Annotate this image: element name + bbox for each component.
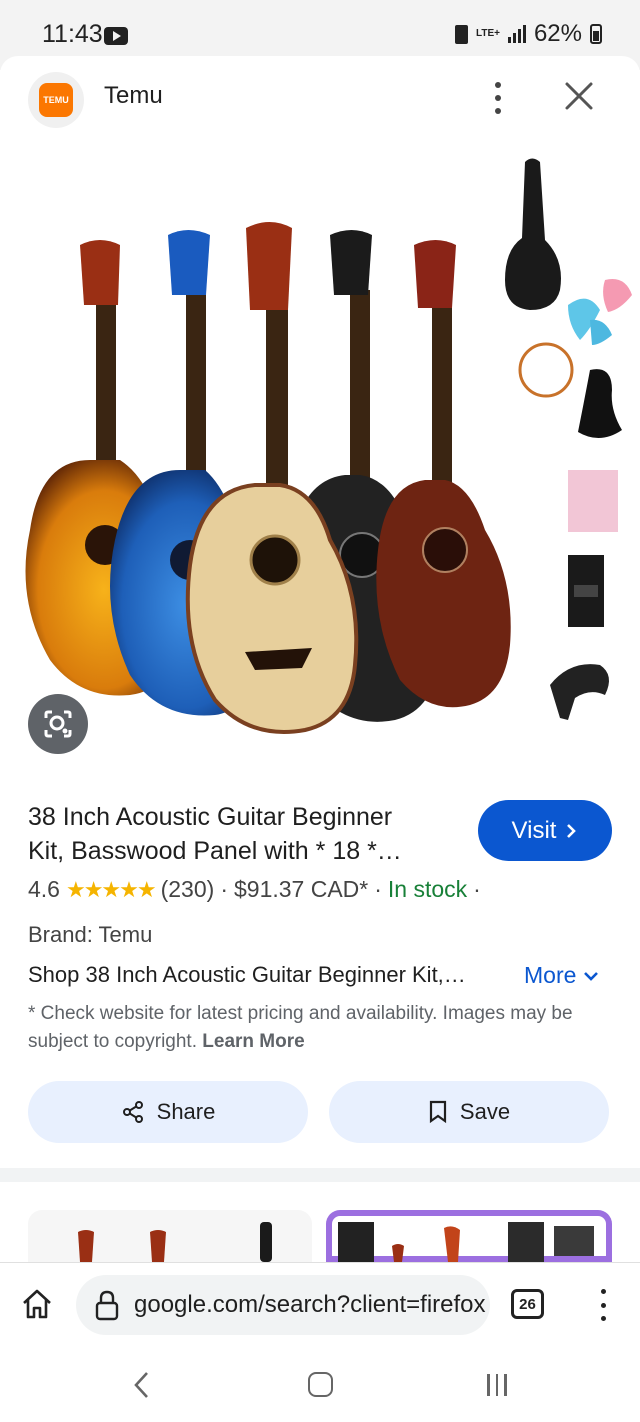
battery-percent: 62%	[533, 20, 582, 47]
sim-icon	[454, 24, 468, 44]
related-result-thumbnail[interactable]	[326, 1210, 612, 1262]
disclaimer: * Check website for latest pricing and a…	[28, 1000, 618, 1056]
product-title-line-2: Kit, Basswood Panel with * 18 *…	[28, 837, 402, 865]
learn-more-link[interactable]: Learn More	[202, 1031, 304, 1052]
home-nav-button[interactable]	[308, 1372, 333, 1397]
chevron-down-icon	[584, 971, 599, 981]
related-kit-image	[332, 1216, 606, 1262]
lock-icon	[95, 1290, 119, 1321]
recents-button[interactable]	[487, 1374, 507, 1396]
lens-search-button[interactable]	[28, 694, 88, 754]
accessory-gig-bag	[505, 158, 561, 310]
accessory-picks	[568, 279, 632, 345]
url-text: google.com/search?client=firefox	[134, 1291, 486, 1318]
guitar-set-illustration	[25, 158, 632, 734]
share-button[interactable]: Share	[28, 1081, 308, 1143]
more-label: More	[524, 962, 577, 988]
back-icon[interactable]	[132, 1370, 152, 1400]
separator-dot: ·	[473, 876, 481, 902]
site-name: Temu	[104, 82, 163, 109]
guitar-natural	[185, 222, 359, 734]
related-result-thumbnail[interactable]	[28, 1210, 312, 1262]
star-rating-icon: ★★★★★	[65, 876, 157, 902]
status-indicators: LTE+ 62%	[454, 20, 602, 48]
product-title-line-1: 38 Inch Acoustic Guitar Beginner	[28, 803, 393, 831]
close-icon[interactable]	[563, 80, 595, 112]
system-navigation-bar	[0, 1346, 640, 1422]
accessory-capo	[550, 664, 609, 720]
tabs-button[interactable]: 26	[511, 1289, 544, 1319]
visit-label: Visit	[511, 816, 557, 844]
save-label: Save	[459, 1099, 511, 1124]
brand-label: Brand: Temu	[28, 922, 153, 947]
more-button[interactable]: More	[524, 962, 600, 989]
bookmark-icon	[429, 1100, 447, 1124]
url-bar[interactable]: google.com/search?client=firefox	[76, 1275, 490, 1335]
status-time: 11:43	[42, 20, 103, 48]
rating-value: 4.6	[28, 876, 60, 902]
review-count: (230)	[160, 876, 215, 902]
rating-price-row: 4.6 ★★★★★ (230) · $91.37 CAD* · In stock…	[28, 876, 481, 903]
share-label: Share	[156, 1099, 216, 1124]
stock-status: In stock	[387, 876, 468, 902]
related-guitars-image	[78, 1222, 272, 1262]
battery-icon	[590, 24, 602, 44]
browser-menu-button[interactable]	[598, 1289, 608, 1321]
site-favicon: TEMU	[28, 72, 84, 128]
youtube-notification-icon	[104, 27, 128, 45]
guitar-brown	[376, 240, 511, 708]
separator-dot: ·	[220, 876, 228, 902]
network-type-label: LTE+	[475, 28, 500, 39]
home-icon[interactable]	[20, 1287, 54, 1321]
accessory-cloth	[568, 470, 618, 532]
signal-icon	[507, 25, 526, 43]
accessory-strap	[568, 555, 604, 627]
separator-dot: ·	[374, 876, 382, 902]
accessory-pickguard	[578, 369, 622, 439]
result-sheet-header: TEMU Temu	[0, 56, 640, 140]
chevron-right-icon	[567, 823, 577, 838]
product-description: Shop 38 Inch Acoustic Guitar Beginner Ki…	[28, 962, 466, 987]
price: $91.37 CAD*	[233, 876, 369, 902]
more-options-button[interactable]	[486, 78, 510, 118]
section-divider	[0, 1168, 640, 1182]
accessory-strings	[518, 342, 574, 398]
product-title[interactable]: 38 Inch Acoustic Guitar Beginner Kit, Ba…	[28, 800, 448, 868]
share-icon	[122, 1101, 143, 1123]
browser-toolbar: google.com/search?client=firefox 26	[0, 1262, 640, 1346]
lens-icon	[44, 710, 72, 738]
product-image[interactable]	[0, 140, 640, 780]
temu-logo-icon: TEMU	[39, 83, 73, 117]
visit-button[interactable]: Visit	[478, 800, 612, 861]
save-button[interactable]: Save	[329, 1081, 609, 1143]
